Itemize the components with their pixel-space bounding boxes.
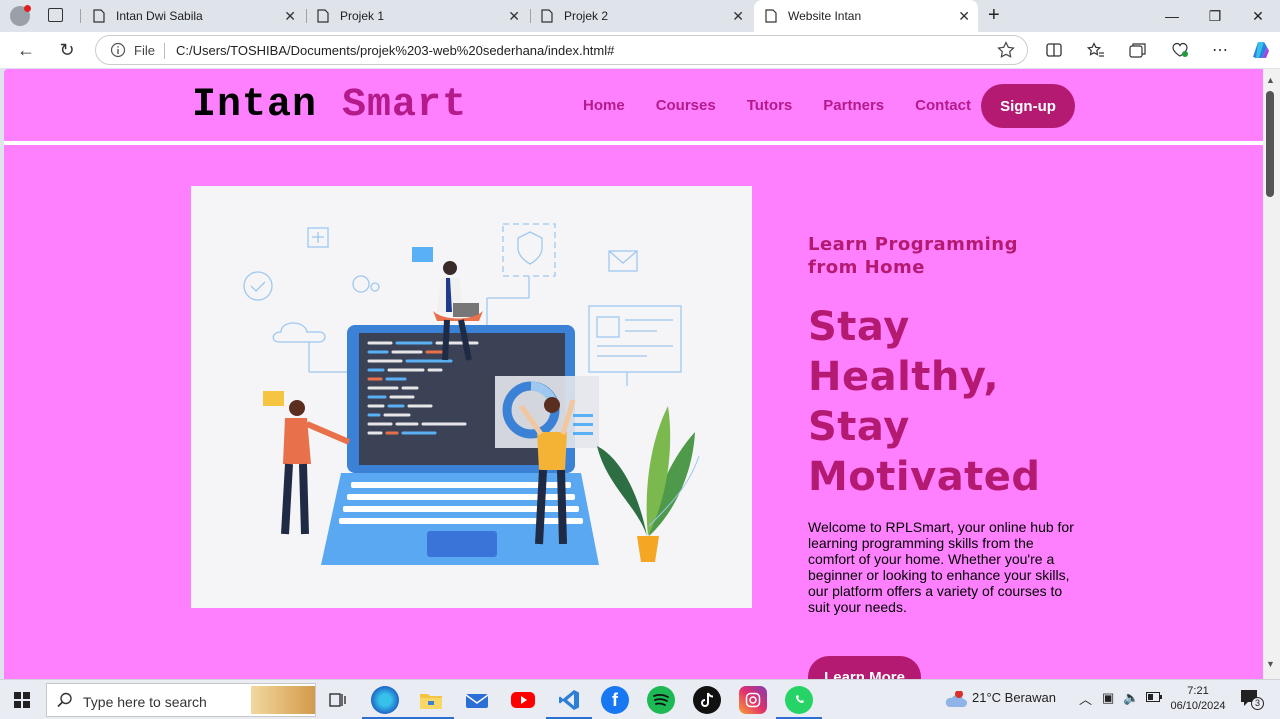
page-icon	[540, 9, 554, 23]
site-nav-links: Home Courses Tutors Partners Contact	[583, 97, 1002, 114]
tab-projek-1[interactable]: Projek 1 ✕	[306, 0, 528, 32]
restore-icon[interactable]: ❐	[1193, 0, 1237, 32]
whatsapp-icon[interactable]	[785, 686, 813, 714]
mail-icon[interactable]	[463, 686, 491, 714]
logo-part-2: Smart	[342, 83, 468, 128]
browser-toolbar: ← ↻ File C:/Users/TOSHIBA/Documents/proj…	[0, 32, 1280, 68]
page-icon	[764, 9, 778, 23]
site-navbar: Intan Smart Home Courses Tutors Partners…	[4, 69, 1263, 145]
browser-tab-strip: Intan Dwi Sabila ✕ Projek 1 ✕ Projek 2 ✕…	[0, 0, 1280, 32]
web-page: Intan Smart Home Courses Tutors Partners…	[4, 69, 1263, 679]
edge-taskbar-icon[interactable]	[371, 686, 399, 714]
scroll-down-arrow-icon[interactable]: ▼	[1266, 659, 1275, 669]
tab-website-intan[interactable]: Website Intan ✕	[754, 0, 978, 32]
tab-intan-dwi-sabila[interactable]: Intan Dwi Sabila ✕	[82, 0, 304, 32]
windows-start-icon[interactable]	[14, 692, 30, 713]
tab-title: Intan Dwi Sabila	[116, 9, 203, 23]
clock-time: 7:21	[1187, 685, 1209, 697]
meet-now-icon[interactable]: ▣	[1102, 690, 1114, 706]
system-clock[interactable]: 7:21 06/10/2024	[1165, 684, 1231, 714]
file-scheme-label: File	[134, 43, 155, 58]
scroll-up-arrow-icon[interactable]: ▲	[1266, 75, 1275, 85]
signup-button[interactable]: Sign-up	[981, 84, 1075, 128]
new-tab-icon[interactable]: +	[988, 4, 1000, 27]
youtube-icon[interactable]	[509, 686, 537, 714]
hero-subtitle: Learn Programming from Home	[808, 234, 1019, 278]
hero-headline: Stay Healthy, Stay Motivated	[808, 304, 1041, 500]
learn-more-button[interactable]: Learn More	[808, 656, 921, 679]
tab-actions-icon[interactable]	[48, 8, 63, 22]
spotify-icon[interactable]	[647, 686, 675, 714]
show-hidden-icons-icon[interactable]: ︿	[1079, 689, 1092, 708]
url-text[interactable]: C:/Users/TOSHIBA/Documents/projek%203-we…	[176, 43, 614, 58]
more-options-icon[interactable]: ⋯	[1206, 38, 1234, 62]
instagram-icon[interactable]	[739, 686, 767, 714]
copilot-icon[interactable]	[1246, 38, 1274, 62]
close-tab-icon[interactable]: ✕	[508, 8, 520, 25]
split-screen-icon[interactable]	[1040, 38, 1068, 62]
volume-icon[interactable]: 🔈	[1123, 690, 1139, 706]
battery-icon[interactable]	[1146, 690, 1162, 705]
facebook-icon[interactable]: f	[601, 686, 629, 714]
tab-title: Website Intan	[788, 9, 862, 23]
divider	[164, 43, 165, 59]
taskbar-search-box[interactable]: Type here to search	[46, 683, 316, 717]
tab-title: Projek 2	[564, 9, 609, 23]
collections-icon[interactable]	[1124, 38, 1152, 62]
task-view-icon[interactable]	[328, 692, 346, 713]
windows-taskbar: Type here to search f 21°C Berawan ︿ ▣ 🔈…	[0, 679, 1280, 719]
search-highlight-image	[251, 686, 315, 714]
weather-text[interactable]: 21°C Berawan	[972, 690, 1056, 705]
weather-cloud-icon[interactable]	[943, 690, 967, 714]
nav-partners[interactable]: Partners	[823, 97, 884, 114]
nav-contact[interactable]: Contact	[915, 97, 971, 114]
info-icon[interactable]	[110, 42, 126, 63]
browser-essentials-icon[interactable]	[1166, 38, 1194, 62]
scroll-thumb[interactable]	[1266, 91, 1274, 197]
page-icon	[92, 9, 106, 23]
close-tab-icon[interactable]: ✕	[958, 8, 970, 25]
page-icon	[316, 9, 330, 23]
favorite-star-icon[interactable]	[997, 41, 1015, 64]
page-scrollbar[interactable]: ▲ ▼	[1263, 69, 1280, 679]
close-tab-icon[interactable]: ✕	[284, 8, 296, 25]
logo-part-1: Intan	[192, 83, 318, 128]
address-bar[interactable]: File C:/Users/TOSHIBA/Documents/projek%2…	[95, 35, 1028, 65]
hero-illustration	[191, 186, 752, 608]
notification-count: 3	[1251, 697, 1264, 710]
nav-courses[interactable]: Courses	[656, 97, 716, 114]
nav-home[interactable]: Home	[583, 97, 625, 114]
notification-center-icon[interactable]: 3	[1240, 689, 1264, 714]
clock-date: 06/10/2024	[1170, 700, 1226, 712]
search-icon	[57, 692, 73, 713]
minimize-icon[interactable]: —	[1150, 0, 1194, 32]
nav-tutors[interactable]: Tutors	[747, 97, 793, 114]
file-explorer-icon[interactable]	[417, 686, 445, 714]
reload-icon[interactable]: ↻	[53, 38, 81, 62]
back-arrow-icon[interactable]: ←	[12, 38, 40, 62]
close-tab-icon[interactable]: ✕	[732, 8, 744, 25]
tiktok-icon[interactable]	[693, 686, 721, 714]
tab-projek-2[interactable]: Projek 2 ✕	[530, 0, 752, 32]
vscode-icon[interactable]	[555, 686, 583, 714]
profile-avatar-icon[interactable]	[10, 5, 31, 26]
close-window-icon[interactable]: ✕	[1236, 0, 1280, 32]
site-logo[interactable]: Intan Smart	[192, 83, 467, 128]
hero-description: Welcome to RPLSmart, your online hub for…	[808, 519, 1074, 615]
favorites-icon[interactable]	[1082, 38, 1110, 62]
tab-title: Projek 1	[340, 9, 385, 23]
search-placeholder: Type here to search	[83, 694, 207, 710]
